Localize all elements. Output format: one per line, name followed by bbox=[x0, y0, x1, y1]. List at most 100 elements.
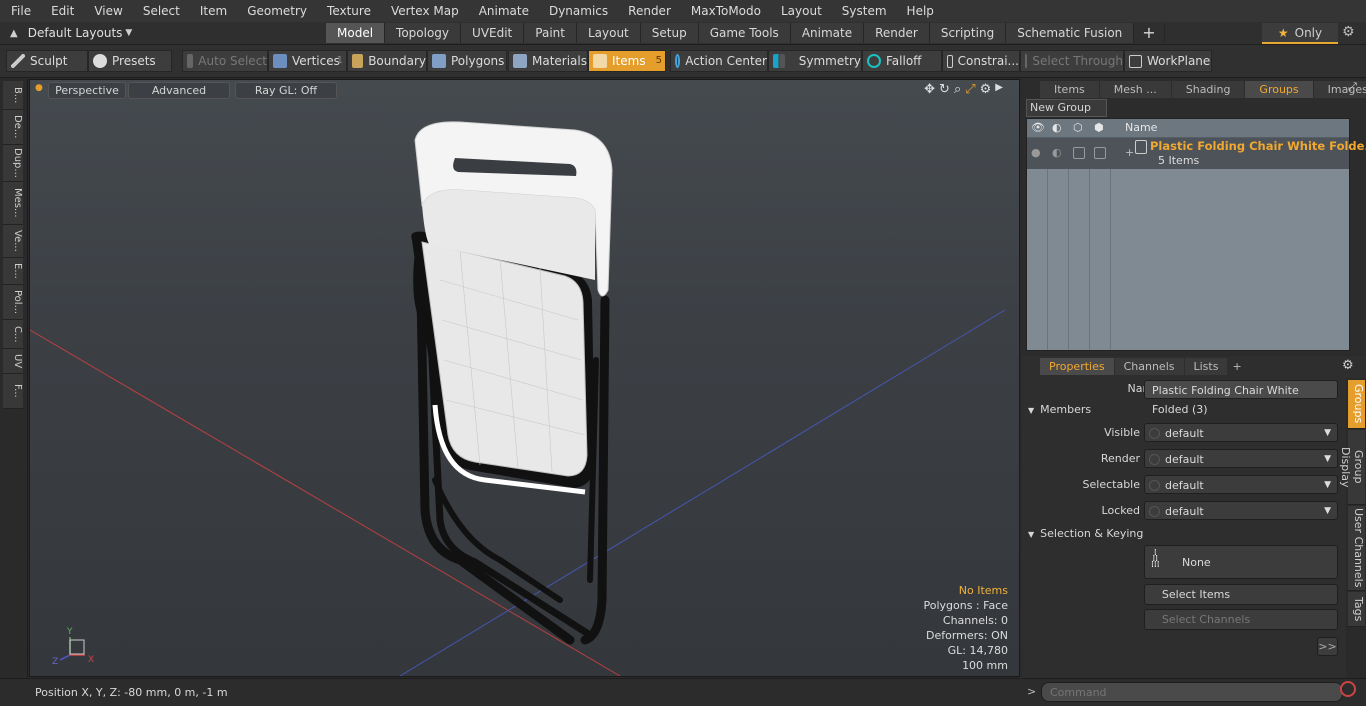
row-lock-icon[interactable] bbox=[1073, 147, 1085, 159]
left-tab-basic[interactable]: B... bbox=[3, 81, 23, 110]
tab-scripting[interactable]: Scripting bbox=[929, 23, 1007, 43]
add-properties-tab-icon[interactable]: + bbox=[1228, 358, 1245, 375]
menu-help[interactable]: Help bbox=[896, 4, 943, 18]
tab-items[interactable]: Items bbox=[1040, 81, 1099, 98]
boundary-button[interactable]: Boundary bbox=[347, 50, 427, 72]
tab-schematic-fusion[interactable]: Schematic Fusion bbox=[1006, 23, 1135, 43]
tab-groups[interactable]: Groups bbox=[1245, 81, 1313, 98]
sculpt-button[interactable]: Sculpt bbox=[6, 50, 88, 72]
tab-lists[interactable]: Lists bbox=[1184, 358, 1228, 375]
tab-paint[interactable]: Paint bbox=[524, 23, 577, 43]
tab-images[interactable]: Images bbox=[1313, 81, 1366, 98]
tab-setup[interactable]: Setup bbox=[640, 23, 699, 43]
left-tab-curve[interactable]: C... bbox=[3, 320, 23, 349]
items-button[interactable]: Items 5 bbox=[588, 50, 666, 72]
left-tab-uv[interactable]: UV bbox=[3, 349, 23, 374]
tab-layout[interactable]: Layout bbox=[576, 23, 641, 43]
left-tab-fusion[interactable]: F... bbox=[3, 374, 23, 409]
materials-button[interactable]: Materials bbox=[508, 50, 588, 72]
menu-geometry[interactable]: Geometry bbox=[236, 4, 316, 18]
row-eye-icon[interactable]: ● bbox=[1031, 146, 1041, 159]
tab-model[interactable]: Model bbox=[326, 23, 386, 43]
name-column-header[interactable]: Name bbox=[1125, 121, 1157, 134]
left-tab-duplicate[interactable]: Dup... bbox=[3, 145, 23, 182]
tab-game-tools[interactable]: Game Tools bbox=[698, 23, 791, 43]
visible-dropdown[interactable]: default ▼ bbox=[1144, 423, 1338, 442]
only-toggle[interactable]: ★ Only bbox=[1262, 23, 1338, 44]
constraints-button[interactable]: Constrai... bbox=[942, 50, 1020, 72]
row-select-icon[interactable] bbox=[1094, 147, 1106, 159]
command-input[interactable] bbox=[1041, 682, 1343, 702]
left-tab-polygon[interactable]: Pol... bbox=[3, 285, 23, 320]
vertices-button[interactable]: Vertices 1 bbox=[268, 50, 347, 72]
menu-vertex-map[interactable]: Vertex Map bbox=[380, 4, 468, 18]
side-tab-user-channels[interactable]: User Channels bbox=[1348, 506, 1365, 591]
workplane-button[interactable]: WorkPlane bbox=[1124, 50, 1212, 72]
left-tab-mesh[interactable]: Mes... bbox=[3, 182, 23, 225]
auto-select-button[interactable]: Auto Select bbox=[182, 50, 268, 72]
tab-topology[interactable]: Topology bbox=[385, 23, 462, 43]
left-tab-deform[interactable]: De... bbox=[3, 110, 23, 145]
lock-header-icon[interactable]: ⬡ bbox=[1073, 121, 1083, 134]
tab-render[interactable]: Render bbox=[864, 23, 930, 43]
selectable-dropdown[interactable]: default ▼ bbox=[1144, 475, 1338, 494]
presets-button[interactable]: Presets bbox=[88, 50, 172, 72]
menu-view[interactable]: View bbox=[83, 4, 131, 18]
left-tab-edge[interactable]: E... bbox=[3, 258, 23, 285]
render-icon[interactable]: ◐ bbox=[1052, 121, 1062, 134]
layouts-dropdown[interactable]: ▲ Default Layouts ▼ bbox=[0, 22, 170, 44]
tab-channels[interactable]: Channels bbox=[1114, 358, 1184, 375]
group-name[interactable]: Plastic Folding Chair White Folde... bbox=[1150, 139, 1366, 153]
menu-dynamics[interactable]: Dynamics bbox=[538, 4, 617, 18]
tab-animate[interactable]: Animate bbox=[790, 23, 865, 43]
properties-gear-icon[interactable]: ⚙ bbox=[1342, 358, 1354, 373]
tab-uvedit[interactable]: UVEdit bbox=[461, 23, 525, 43]
side-tab-groups[interactable]: Groups bbox=[1348, 380, 1365, 429]
new-group-button[interactable]: New Group bbox=[1026, 99, 1107, 117]
menu-render[interactable]: Render bbox=[617, 4, 680, 18]
menu-item[interactable]: Item bbox=[189, 4, 236, 18]
menu-layout[interactable]: Layout bbox=[770, 4, 831, 18]
side-tab-group-display[interactable]: Group Display bbox=[1339, 430, 1365, 505]
falloff-button[interactable]: Falloff bbox=[862, 50, 942, 72]
left-tab-vertex[interactable]: Ve... bbox=[3, 225, 23, 258]
polygons-button[interactable]: Polygons bbox=[427, 50, 507, 72]
menu-edit[interactable]: Edit bbox=[40, 4, 83, 18]
tab-shading[interactable]: Shading bbox=[1171, 81, 1245, 98]
selectable-dot-icon bbox=[1149, 480, 1160, 491]
menu-animate[interactable]: Animate bbox=[468, 4, 538, 18]
menu-select[interactable]: Select bbox=[132, 4, 189, 18]
gear-icon[interactable]: ⚙ bbox=[1342, 24, 1355, 40]
name-field[interactable]: Plastic Folding Chair White Folded (3) bbox=[1144, 380, 1338, 416]
layout-bar: ▲ Default Layouts ▼ Model Topology UVEdi… bbox=[0, 22, 1366, 45]
record-icon[interactable] bbox=[1340, 681, 1356, 697]
render-dropdown[interactable]: default ▼ bbox=[1144, 449, 1338, 468]
3d-viewport[interactable]: ● Perspective Advanced Ray GL: Off ✥ ↻ ⌕… bbox=[29, 79, 1020, 677]
expand-more-button[interactable]: >> bbox=[1317, 637, 1338, 656]
menu-maxtomodo[interactable]: MaxToModo bbox=[680, 4, 770, 18]
vertices-icon bbox=[273, 54, 287, 68]
key-none-button[interactable]: ⁞ ⁞⁞ ⁞⁞⁞ None bbox=[1144, 545, 1338, 579]
locked-dropdown[interactable]: default ▼ bbox=[1144, 501, 1338, 520]
selection-keying-section[interactable]: ▼ Selection & Keying bbox=[1028, 526, 1143, 542]
menu-texture[interactable]: Texture bbox=[316, 4, 380, 18]
menu-file[interactable]: File bbox=[0, 4, 40, 18]
members-section[interactable]: ▼ Members bbox=[1028, 402, 1091, 418]
action-center-button[interactable]: Action Center bbox=[670, 50, 768, 72]
select-items-button[interactable]: Select Items bbox=[1144, 584, 1338, 605]
group-row[interactable]: ● ◐ + Plastic Folding Chair White Folde.… bbox=[1027, 138, 1366, 169]
tab-properties[interactable]: Properties bbox=[1040, 358, 1114, 375]
tab-mesh[interactable]: Mesh ... bbox=[1099, 81, 1171, 98]
side-tab-tags[interactable]: Tags bbox=[1348, 592, 1365, 627]
panel-maximize-icon[interactable]: ⤢ bbox=[1348, 80, 1357, 94]
add-tab-icon[interactable]: + bbox=[1134, 23, 1165, 43]
select-through-button[interactable]: Select Through bbox=[1020, 50, 1124, 72]
layouts-label: Default Layouts bbox=[27, 26, 123, 40]
menu-system[interactable]: System bbox=[831, 4, 896, 18]
symmetry-button[interactable]: Symmetry bbox=[768, 50, 862, 72]
visibility-eye-icon[interactable]: 👁 bbox=[1031, 121, 1045, 134]
select-header-icon[interactable]: ⬢ bbox=[1094, 121, 1104, 134]
row-render-icon[interactable]: ◐ bbox=[1052, 146, 1062, 159]
select-channels-button[interactable]: Select Channels bbox=[1144, 609, 1338, 630]
expand-icon[interactable]: + bbox=[1125, 146, 1134, 159]
